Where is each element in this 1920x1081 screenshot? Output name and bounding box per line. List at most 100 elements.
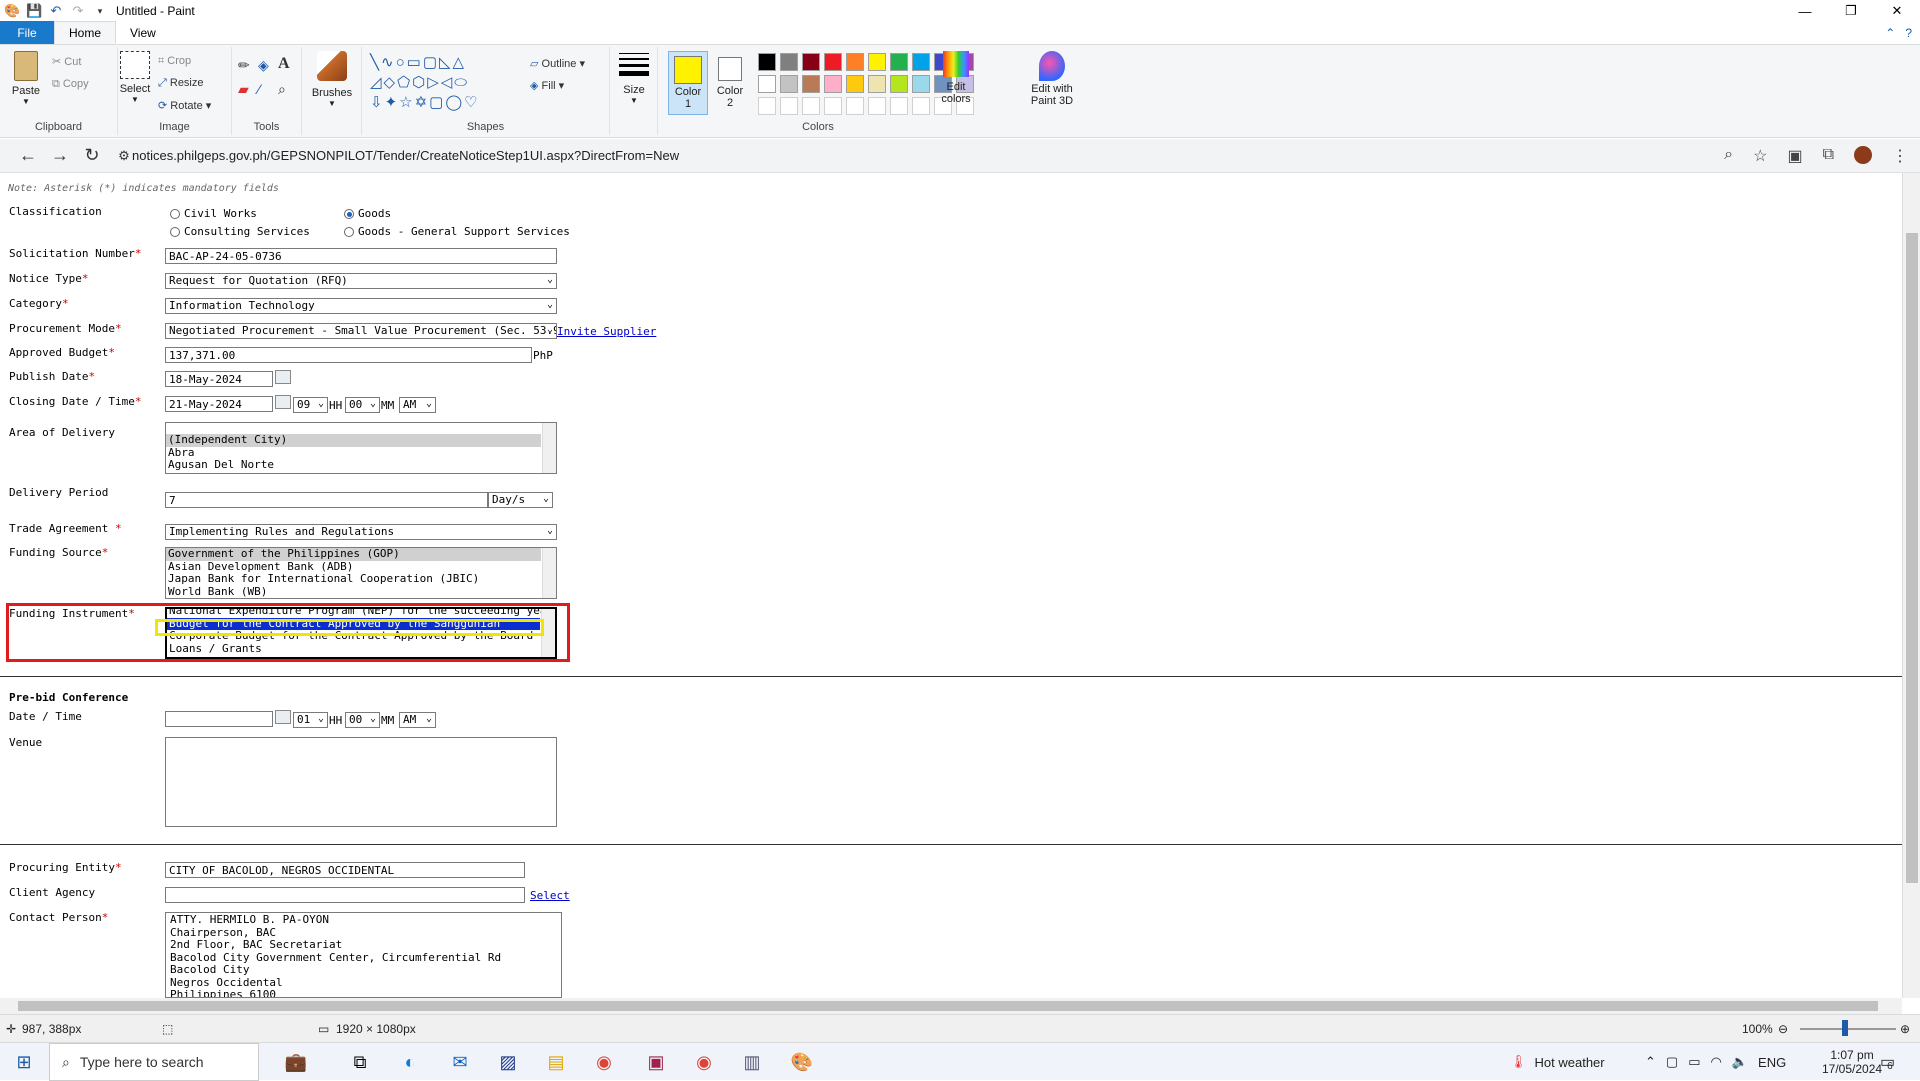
listbox-scrollbar[interactable] xyxy=(542,548,556,598)
zoom-slider[interactable] xyxy=(1800,1028,1896,1030)
prebid-ampm-select[interactable]: AM ⌄ xyxy=(399,712,436,728)
battery-icon[interactable]: ▭ xyxy=(1688,1054,1700,1070)
magnifier-icon[interactable]: ⌕ xyxy=(278,81,286,98)
calendar-icon[interactable] xyxy=(275,710,291,724)
approved-budget-input[interactable]: 137,371.00 xyxy=(165,347,532,363)
zoom-in-icon[interactable]: ⊕ xyxy=(1900,1022,1910,1036)
language-indicator[interactable]: ENG xyxy=(1758,1055,1786,1070)
empty-color-swatch[interactable] xyxy=(890,97,908,115)
prebid-hour-select[interactable]: 01 ⌄ xyxy=(293,712,328,728)
rotate-button[interactable]: ⟳ Rotate ▾ xyxy=(158,99,211,112)
radio-goods-general-support[interactable]: Goods - General Support Services xyxy=(344,225,570,238)
minimize-button[interactable]: — xyxy=(1782,0,1828,22)
closing-date-input[interactable]: 21-May-2024 xyxy=(165,396,273,412)
list-item[interactable]: Government of the Philippines (GOP) xyxy=(166,548,541,561)
text-tool-icon[interactable]: A xyxy=(278,55,290,73)
closing-minute-select[interactable]: 00 ⌄ xyxy=(345,397,380,413)
empty-color-swatch[interactable] xyxy=(780,97,798,115)
notice-type-select[interactable]: Request for Quotation (RFQ) ⌄ xyxy=(165,273,557,289)
empty-color-swatch[interactable] xyxy=(868,97,886,115)
puzzle-icon[interactable]: ⧉ xyxy=(1823,146,1834,166)
scroll-thumb[interactable] xyxy=(1906,233,1918,883)
color-swatch[interactable] xyxy=(846,53,864,71)
empty-color-swatch[interactable] xyxy=(758,97,776,115)
empty-color-swatch[interactable] xyxy=(802,97,820,115)
notification-center[interactable]: ▭ 6 xyxy=(1880,1043,1895,1081)
tab-home[interactable]: Home xyxy=(54,21,117,44)
color-swatch[interactable] xyxy=(758,75,776,93)
list-item[interactable]: Agusan Del Norte xyxy=(166,459,556,472)
crop-button[interactable]: ⌗ Crop xyxy=(158,55,191,68)
category-select[interactable]: Information Technology ⌄ xyxy=(165,298,557,314)
windows-start-icon[interactable]: ⊞ xyxy=(8,1048,40,1076)
forward-arrow-icon[interactable]: → xyxy=(44,145,76,166)
select-button[interactable]: Select ▼ xyxy=(118,51,152,104)
color-swatch[interactable] xyxy=(780,53,798,71)
menu-dots-icon[interactable]: ⋮ xyxy=(1892,146,1908,166)
procurement-mode-select[interactable]: Negotiated Procurement - Small Value Pro… xyxy=(165,323,557,339)
invite-supplier-link[interactable]: Invite Supplier xyxy=(557,325,656,338)
maximize-button[interactable]: ❐ xyxy=(1828,0,1874,22)
fill-button[interactable]: ◈ Fill ▾ xyxy=(530,79,564,92)
prebid-date-input[interactable] xyxy=(165,711,273,727)
delivery-period-unit-select[interactable]: Day/s ⌄ xyxy=(488,492,553,508)
horizontal-scrollbar[interactable] xyxy=(0,998,1902,1014)
delivery-period-input[interactable]: 7 xyxy=(165,492,488,508)
funding-source-listbox[interactable]: Government of the Philippines (GOP) Asia… xyxy=(165,547,557,599)
contact-person-textarea[interactable]: ATTY. HERMILO B. PA-OYON Chairperson, BA… xyxy=(165,912,562,998)
briefcase-icon[interactable]: 💼 xyxy=(276,1048,316,1076)
color1-button[interactable]: Color 1 xyxy=(668,51,708,115)
procuring-entity-input[interactable]: CITY OF BACOLOD, NEGROS OCCIDENTAL xyxy=(165,862,525,878)
paint-taskbar-icon[interactable]: 🎨 xyxy=(782,1048,822,1076)
tab-view[interactable]: View xyxy=(116,21,170,44)
color-swatch[interactable] xyxy=(868,75,886,93)
bookmark-star-icon[interactable]: ☆ xyxy=(1753,146,1767,166)
notepad-icon[interactable]: ▥ xyxy=(732,1048,772,1076)
empty-color-swatch[interactable] xyxy=(912,97,930,115)
color-swatch[interactable] xyxy=(846,75,864,93)
customize-qat-icon[interactable]: ▾ xyxy=(92,6,108,17)
pencil-icon[interactable]: ✏ xyxy=(238,57,250,74)
cut-button[interactable]: ✂ Cut xyxy=(52,55,81,68)
radio-civil-works[interactable]: Civil Works xyxy=(170,207,257,220)
help-icon[interactable]: ? xyxy=(1905,26,1912,40)
zoom-icon[interactable]: ⌕ xyxy=(1724,146,1733,166)
redo-icon[interactable]: ↷ xyxy=(70,3,86,19)
brushes-button[interactable]: Brushes ▼ xyxy=(310,51,354,108)
edge-icon[interactable]: ◐ xyxy=(390,1048,430,1076)
radio-goods[interactable]: Goods xyxy=(344,207,391,220)
solicitation-number-input[interactable]: BAC-AP-24-05-0736 xyxy=(165,248,557,264)
trade-agreement-select[interactable]: Implementing Rules and Regulations ⌄ xyxy=(165,524,557,540)
color-swatch[interactable] xyxy=(758,53,776,71)
color-swatch[interactable] xyxy=(824,53,842,71)
save-icon[interactable]: 💾 xyxy=(26,3,42,19)
resize-button[interactable]: ⤢ Resize xyxy=(158,77,204,90)
list-item[interactable]: Japan Bank for International Cooperation… xyxy=(166,573,556,586)
color-swatch[interactable] xyxy=(780,75,798,93)
closing-ampm-select[interactable]: AM ⌄ xyxy=(399,397,436,413)
color-swatch[interactable] xyxy=(890,53,908,71)
chrome-icon[interactable]: ◉ xyxy=(584,1048,624,1076)
zoom-slider-thumb[interactable] xyxy=(1842,1020,1848,1036)
file-explorer-icon[interactable]: ▤ xyxy=(536,1048,576,1076)
profile-avatar[interactable] xyxy=(1854,146,1872,164)
undo-icon[interactable]: ↶ xyxy=(48,3,64,19)
color-swatch[interactable] xyxy=(824,75,842,93)
client-agency-input[interactable] xyxy=(165,887,525,903)
closing-hour-select[interactable]: 09 ⌄ xyxy=(293,397,328,413)
pdf-app-icon[interactable]: ▣ xyxy=(636,1048,676,1076)
color-swatch[interactable] xyxy=(890,75,908,93)
scroll-thumb[interactable] xyxy=(18,1001,1878,1011)
calendar-icon[interactable] xyxy=(275,370,291,384)
chevron-up-icon[interactable]: ⌃ xyxy=(1645,1054,1656,1070)
color-swatch[interactable] xyxy=(802,75,820,93)
size-button[interactable]: Size ▼ xyxy=(614,53,654,105)
outline-button[interactable]: ▱ Outline ▾ xyxy=(530,57,585,70)
reload-icon[interactable]: ↻ xyxy=(76,145,108,166)
taskbar-search[interactable]: ⌕ Type here to search xyxy=(49,1043,259,1081)
volume-icon[interactable]: 🔈 xyxy=(1732,1054,1748,1070)
copy-button[interactable]: ⧉ Copy xyxy=(52,78,89,91)
task-view-icon[interactable]: ⧉ xyxy=(340,1048,380,1076)
empty-color-swatch[interactable] xyxy=(824,97,842,115)
edit-with-paint3d-button[interactable]: Edit with Paint 3D xyxy=(1024,51,1080,107)
